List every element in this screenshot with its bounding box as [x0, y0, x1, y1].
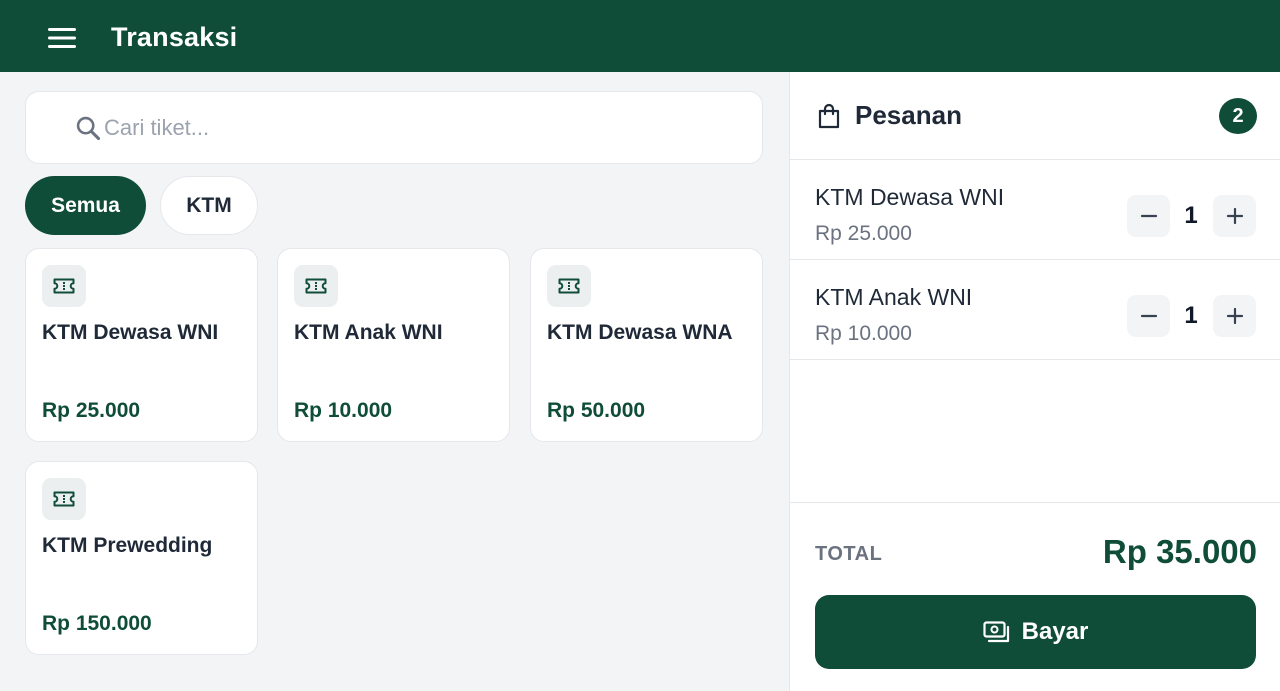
- search-input[interactable]: [104, 110, 724, 146]
- ticket-catalog: Semua KTM KTM Dewasa WNI Rp 25.000 KTM A…: [0, 72, 789, 691]
- total-value: Rp 35.000: [1102, 533, 1257, 570]
- app-bar: Transaksi: [0, 0, 1280, 72]
- ticket-icon: [42, 478, 86, 520]
- total-label: TOTAL: [815, 543, 883, 565]
- order-footer: TOTAL Rp 35.000 Bayar: [790, 502, 1280, 691]
- plus-icon: [1226, 307, 1243, 325]
- minus-icon: [1140, 214, 1157, 218]
- pay-button[interactable]: Bayar: [815, 595, 1256, 669]
- increase-quantity-button[interactable]: [1213, 295, 1256, 337]
- ticket-name: KTM Dewasa WNA: [547, 321, 733, 344]
- menu-icon: [48, 28, 76, 48]
- filter-chip-ktm[interactable]: KTM: [160, 176, 258, 235]
- order-count-badge: 2: [1219, 98, 1257, 134]
- payments-icon: [983, 621, 1009, 643]
- shopping-bag-icon: [818, 103, 840, 129]
- menu-button[interactable]: [44, 24, 80, 52]
- ticket-icon: [547, 265, 591, 307]
- page-title: Transaksi: [111, 22, 238, 52]
- filter-chip-semua[interactable]: Semua: [25, 176, 146, 235]
- pay-button-label: Bayar: [1021, 618, 1089, 645]
- ticket-name: KTM Dewasa WNI: [42, 321, 219, 344]
- ticket-price: Rp 50.000: [547, 399, 646, 422]
- order-item-name: KTM Anak WNI: [815, 284, 973, 310]
- ticket-name: KTM Anak WNI: [294, 321, 443, 344]
- ticket-card[interactable]: KTM Anak WNI Rp 10.000: [277, 248, 510, 442]
- ticket-name: KTM Prewedding: [42, 534, 213, 557]
- decrease-quantity-button[interactable]: [1127, 295, 1170, 337]
- order-item: KTM Anak WNI Rp 10.000 1: [790, 260, 1280, 360]
- increase-quantity-button[interactable]: [1213, 195, 1256, 237]
- order-panel: Pesanan 2 KTM Dewasa WNI Rp 25.000 1 KTM…: [789, 72, 1280, 691]
- order-item-name: KTM Dewasa WNI: [815, 184, 1005, 210]
- search-icon: [76, 116, 101, 141]
- ticket-card[interactable]: KTM Prewedding Rp 150.000: [25, 461, 258, 655]
- order-header: Pesanan 2: [790, 72, 1280, 160]
- order-item-price: Rp 25.000: [815, 222, 912, 245]
- ticket-price: Rp 25.000: [42, 399, 141, 422]
- ticket-card[interactable]: KTM Dewasa WNA Rp 50.000: [530, 248, 763, 442]
- ticket-card[interactable]: KTM Dewasa WNI Rp 25.000: [25, 248, 258, 442]
- ticket-price: Rp 10.000: [294, 399, 393, 422]
- quantity-value: 1: [1184, 302, 1198, 329]
- order-title: Pesanan: [855, 100, 962, 130]
- decrease-quantity-button[interactable]: [1127, 195, 1170, 237]
- quantity-value: 1: [1184, 202, 1198, 229]
- search-box: [25, 91, 763, 164]
- order-item-price: Rp 10.000: [815, 322, 912, 345]
- ticket-icon: [42, 265, 86, 307]
- minus-icon: [1140, 314, 1157, 318]
- ticket-price: Rp 150.000: [42, 612, 152, 635]
- plus-icon: [1226, 207, 1243, 225]
- order-item: KTM Dewasa WNI Rp 25.000 1: [790, 160, 1280, 260]
- ticket-icon: [294, 265, 338, 307]
